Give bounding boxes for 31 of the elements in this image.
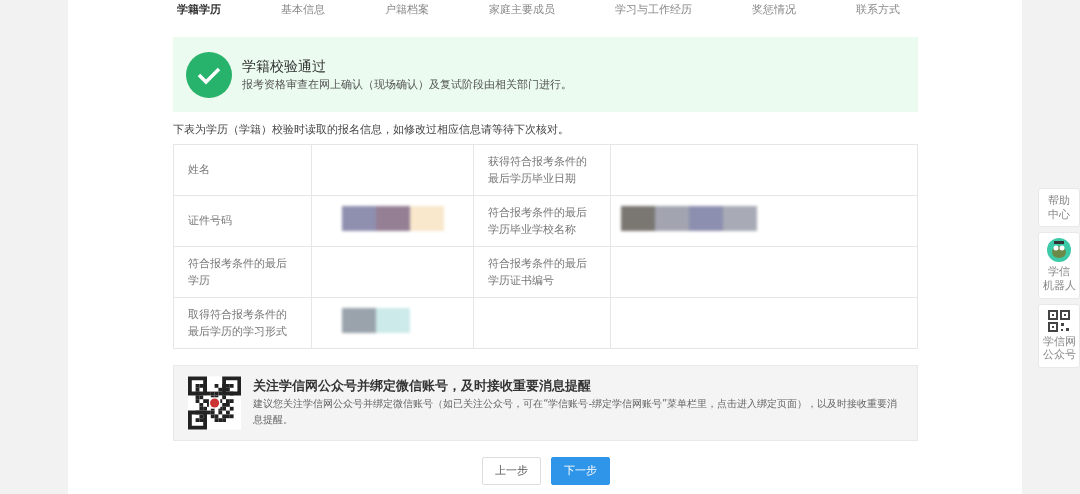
notice-text: 建议您关注学信网公众号并绑定微信账号（如已关注公众号，可在“学信账号-绑定学信网账号”菜单栏里，点击进入绑定页面），以及时接收重要消息提醒。 — [253, 397, 899, 428]
field-label: 符合报考条件的最后学历毕业学校名称 — [473, 195, 611, 247]
side-panel-label: 学信网 公众号 — [1042, 334, 1076, 362]
banner-title: 学籍校验通过 — [242, 57, 327, 77]
robot-icon — [1047, 238, 1071, 263]
side-panel-label: 学信 机器人 — [1042, 265, 1076, 293]
step-tab[interactable]: 学习与工作经历 — [615, 2, 692, 37]
side-panel-item[interactable]: 帮助 中心 — [1038, 188, 1080, 228]
qr-code-icon — [1048, 309, 1070, 332]
side-panel-item[interactable]: 学信网 公众号 — [1038, 303, 1080, 368]
side-panel-label: 帮助 中心 — [1048, 194, 1070, 222]
banner-message: 报考资格审查在网上确认（现场确认）及复试阶段由相关部门进行。 — [242, 77, 572, 93]
field-label: 姓名 — [173, 144, 312, 196]
step-tab[interactable]: 家庭主要成员 — [489, 2, 555, 37]
side-panel-item[interactable]: 学信 机器人 — [1038, 232, 1080, 299]
next-button[interactable]: 下一步 — [550, 456, 610, 485]
table-note: 下表为学历（学籍）校验时读取的报名信息，如修改过相应信息请等待下次核对。 — [173, 122, 570, 137]
step-tab[interactable]: 学籍学历 — [177, 2, 221, 37]
qr-code-icon — [188, 374, 242, 431]
field-label: 取得符合报考条件的最后学历的学习形式 — [173, 297, 312, 349]
back-button[interactable]: 上一步 — [481, 456, 541, 485]
notice-title: 关注学信网公众号并绑定微信账号，及时接收重要消息提醒 — [253, 377, 593, 396]
step-tab[interactable]: 基本信息 — [281, 2, 325, 37]
step-tab[interactable]: 奖惩情况 — [752, 2, 796, 37]
step-tab[interactable]: 联系方式 — [856, 2, 900, 37]
field-label: 符合报考条件的最后学历 — [173, 246, 312, 298]
field-label: 符合报考条件的最后学历证书编号 — [473, 246, 611, 298]
step-tab[interactable]: 户籍档案 — [385, 2, 429, 37]
field-label: 获得符合报考条件的最后学历毕业日期 — [473, 144, 611, 196]
check-icon — [186, 51, 232, 98]
field-label: 证件号码 — [173, 195, 312, 247]
